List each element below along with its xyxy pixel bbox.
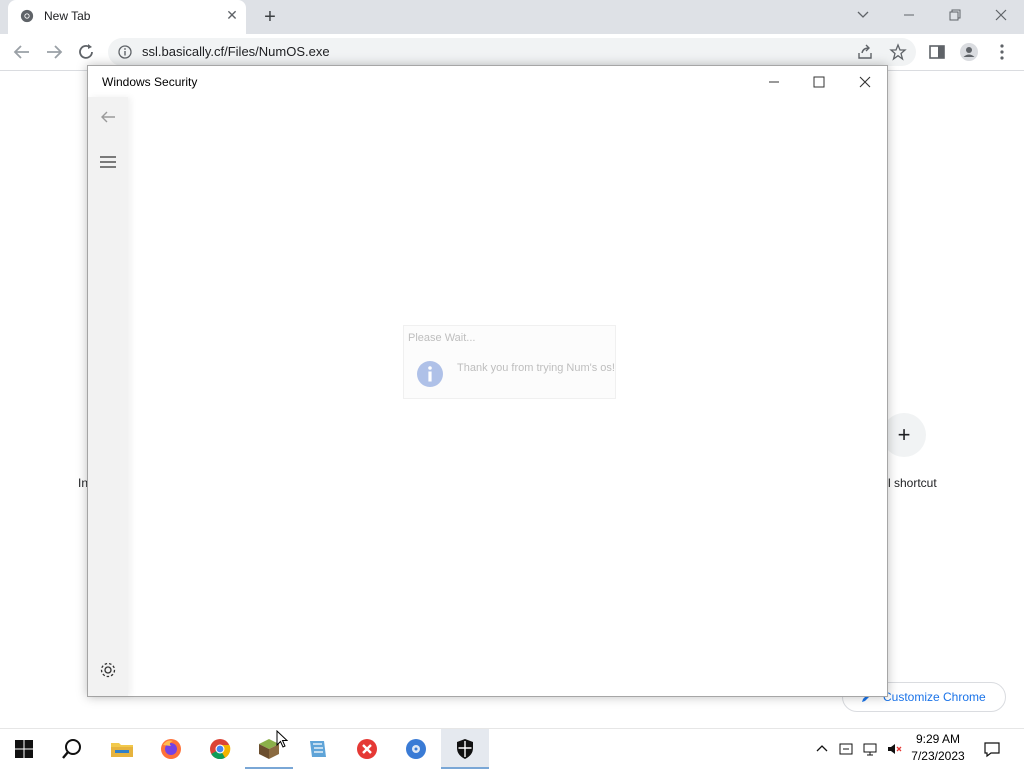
window-minimize-icon[interactable] bbox=[754, 70, 794, 94]
window-title: Windows Security bbox=[102, 75, 198, 89]
info-icon[interactable] bbox=[118, 45, 132, 59]
share-icon[interactable] bbox=[856, 43, 874, 61]
hamburger-menu-icon[interactable] bbox=[98, 152, 118, 172]
tab-search-icon[interactable] bbox=[848, 4, 878, 26]
window-close-icon[interactable] bbox=[845, 70, 885, 94]
side-panel-icon[interactable] bbox=[927, 42, 947, 62]
taskbar-chrome[interactable] bbox=[196, 729, 244, 769]
taskbar: 9:29 AM 7/23/2023 bbox=[0, 728, 1024, 769]
taskbar-app[interactable] bbox=[294, 729, 342, 769]
reload-icon[interactable] bbox=[74, 40, 98, 64]
window-maximize-icon[interactable] bbox=[799, 70, 839, 94]
start-button[interactable] bbox=[0, 729, 48, 769]
add-shortcut-button[interactable]: + bbox=[882, 413, 926, 457]
restore-icon[interactable] bbox=[940, 4, 970, 26]
security-tray-icon[interactable] bbox=[838, 741, 854, 757]
settings-gear-icon[interactable] bbox=[98, 660, 118, 680]
taskbar-error-app[interactable] bbox=[343, 729, 391, 769]
dialog-title: Please Wait... bbox=[408, 332, 476, 344]
forward-arrow-icon[interactable] bbox=[42, 40, 66, 64]
browser-tab-strip: New Tab ✕ + bbox=[0, 0, 1024, 34]
security-sidebar bbox=[88, 97, 128, 696]
customize-chrome-label: Customize Chrome bbox=[883, 690, 986, 704]
more-menu-icon[interactable] bbox=[992, 42, 1012, 62]
minimize-icon[interactable] bbox=[894, 4, 924, 26]
close-icon[interactable] bbox=[986, 4, 1016, 26]
clock-time[interactable]: 9:29 AM bbox=[900, 732, 976, 746]
chrome-favicon-icon bbox=[20, 9, 34, 23]
notifications-icon[interactable] bbox=[983, 740, 1001, 758]
bookmark-star-icon[interactable] bbox=[889, 43, 907, 61]
chrome-icon bbox=[210, 739, 231, 760]
profile-avatar-icon[interactable] bbox=[959, 42, 979, 62]
address-bar[interactable]: ssl.basically.cf/Files/NumOS.exe bbox=[108, 38, 916, 66]
windows-logo-icon bbox=[15, 740, 33, 758]
add-shortcut-label: l shortcut bbox=[888, 476, 937, 490]
information-icon bbox=[417, 361, 443, 387]
tab-close-icon[interactable]: ✕ bbox=[224, 7, 240, 23]
folder-icon bbox=[111, 743, 133, 757]
chevron-up-icon[interactable] bbox=[814, 741, 830, 757]
taskbar-file-explorer[interactable] bbox=[98, 729, 146, 769]
please-wait-dialog: Please Wait... Thank you from trying Num… bbox=[403, 325, 616, 399]
media-disc-icon bbox=[406, 739, 426, 759]
error-x-icon bbox=[357, 739, 377, 759]
url-text[interactable]: ssl.basically.cf/Files/NumOS.exe bbox=[142, 44, 330, 59]
taskbar-windows-security[interactable] bbox=[441, 729, 489, 769]
notebook-app-icon bbox=[310, 741, 326, 757]
firefox-icon bbox=[161, 739, 181, 759]
mouse-cursor-icon bbox=[276, 730, 288, 748]
search-button[interactable] bbox=[48, 729, 96, 769]
dialog-message: Thank you from trying Num's os! bbox=[457, 362, 615, 374]
taskbar-firefox[interactable] bbox=[147, 729, 195, 769]
search-icon bbox=[62, 739, 81, 759]
tab-title: New Tab bbox=[44, 9, 91, 23]
back-arrow-icon[interactable] bbox=[10, 40, 34, 64]
back-icon[interactable] bbox=[98, 107, 118, 127]
shield-icon bbox=[457, 739, 473, 759]
taskbar-media-app[interactable] bbox=[392, 729, 440, 769]
new-tab-button[interactable]: + bbox=[258, 5, 282, 29]
tab-new-tab[interactable]: New Tab ✕ bbox=[8, 0, 246, 34]
clock-date[interactable]: 7/23/2023 bbox=[900, 749, 976, 763]
network-icon[interactable] bbox=[862, 741, 878, 757]
